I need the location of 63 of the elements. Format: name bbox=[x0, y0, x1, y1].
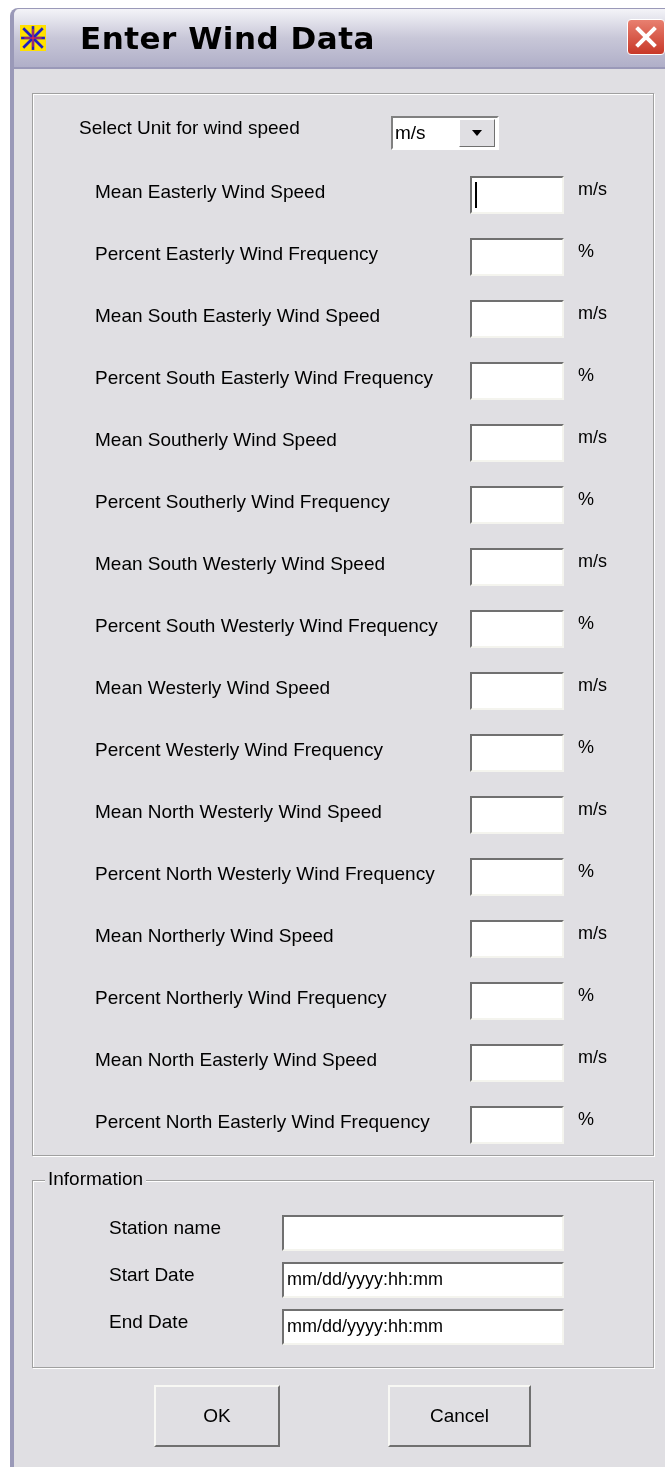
field-label: Percent Northerly Wind Frequency bbox=[95, 987, 388, 1009]
unit-label: m/s bbox=[578, 674, 608, 696]
window-title: Enter Wind Data bbox=[80, 20, 375, 56]
input-field[interactable] bbox=[470, 1106, 564, 1144]
unit-label: % bbox=[578, 984, 595, 1006]
input-field[interactable] bbox=[470, 734, 564, 772]
unit-label: % bbox=[578, 736, 595, 758]
field-label: Mean Easterly Wind Speed bbox=[95, 181, 327, 203]
input-field[interactable] bbox=[470, 486, 564, 524]
unit-label: m/s bbox=[578, 798, 608, 820]
input-field[interactable] bbox=[470, 548, 564, 586]
field-label: Percent South Westerly Wind Frequency bbox=[95, 615, 439, 637]
field-label: Percent Southerly Wind Frequency bbox=[95, 491, 391, 513]
ok-button[interactable]: OK bbox=[154, 1385, 280, 1447]
unit-label: m/s bbox=[578, 302, 608, 324]
unit-label: m/s bbox=[578, 550, 608, 572]
input-field[interactable] bbox=[470, 858, 564, 896]
close-button[interactable] bbox=[627, 19, 665, 55]
unit-label: Select Unit for wind speed bbox=[79, 117, 301, 139]
input-field[interactable]: mm/dd/yyyy:hh:mm bbox=[282, 1261, 564, 1298]
input-field[interactable] bbox=[470, 300, 564, 338]
field-label: Station name bbox=[109, 1216, 222, 1239]
field-label: Percent North Westerly Wind Frequency bbox=[95, 863, 436, 885]
close-icon bbox=[633, 24, 659, 50]
input-field[interactable] bbox=[470, 610, 564, 648]
input-field[interactable] bbox=[470, 796, 564, 834]
field-label: Percent North Easterly Wind Frequency bbox=[95, 1111, 431, 1133]
input-field[interactable] bbox=[470, 672, 564, 710]
input-field[interactable]: mm/dd/yyyy:hh:mm bbox=[282, 1308, 564, 1345]
field-label: Percent Westerly Wind Frequency bbox=[95, 739, 384, 761]
unit-label: m/s bbox=[578, 426, 608, 448]
unit-label: % bbox=[578, 860, 595, 882]
cancel-button[interactable]: Cancel bbox=[388, 1385, 531, 1447]
input-field[interactable] bbox=[470, 920, 564, 958]
field-label: Mean North Easterly Wind Speed bbox=[95, 1049, 378, 1071]
input-field[interactable] bbox=[470, 1044, 564, 1082]
unit-label: % bbox=[578, 364, 595, 386]
input-field[interactable] bbox=[470, 982, 564, 1020]
input-field[interactable] bbox=[470, 238, 564, 276]
asterisk-icon bbox=[20, 25, 46, 51]
input-field[interactable] bbox=[470, 362, 564, 400]
field-label: Percent South Easterly Wind Frequency bbox=[95, 367, 434, 389]
field-label: Mean South Easterly Wind Speed bbox=[95, 305, 382, 327]
field-label: Mean North Westerly Wind Speed bbox=[95, 801, 383, 823]
unit-label: m/s bbox=[578, 922, 608, 944]
input-field[interactable] bbox=[470, 176, 564, 214]
field-label: Mean Southerly Wind Speed bbox=[95, 429, 338, 451]
unit-label: % bbox=[578, 240, 595, 262]
input-field[interactable] bbox=[282, 1214, 564, 1251]
unit-label: % bbox=[578, 488, 595, 510]
unit-label: m/s bbox=[578, 1046, 608, 1068]
input-field[interactable] bbox=[470, 424, 564, 462]
unit-dropdown[interactable]: m/s bbox=[391, 116, 499, 150]
field-label: Start Date bbox=[109, 1263, 196, 1286]
unit-label: m/s bbox=[578, 178, 608, 200]
field-label: Mean Northerly Wind Speed bbox=[95, 925, 335, 947]
field-label: Mean Westerly Wind Speed bbox=[95, 677, 332, 699]
unit-label: % bbox=[578, 1108, 595, 1130]
caret-icon bbox=[472, 130, 482, 136]
field-label: Mean South Westerly Wind Speed bbox=[95, 553, 387, 575]
field-label: End Date bbox=[109, 1310, 190, 1333]
field-label: Percent Easterly Wind Frequency bbox=[95, 243, 379, 265]
unit-label: % bbox=[578, 612, 595, 634]
